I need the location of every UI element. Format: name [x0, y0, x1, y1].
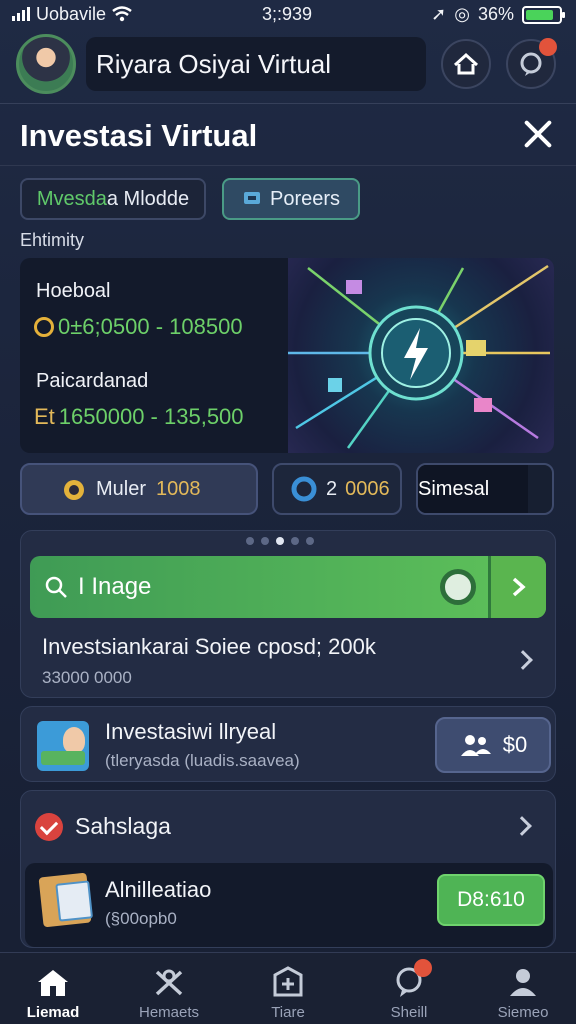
group-invest-label: $0	[502, 732, 528, 757]
investment-card-subtitle: (tleryasda (luadis.saavea)	[105, 751, 300, 770]
user-name-field[interactable]: Riyara Osiyai Virtual	[86, 37, 426, 91]
nav-trade-label: Tiare	[271, 1004, 305, 1021]
carousel-dot[interactable]	[246, 537, 254, 545]
tag-icon	[243, 192, 260, 204]
summary-row1-label: Hoeboal	[36, 280, 111, 302]
coin-icon	[34, 317, 54, 337]
nav-profile-label: Siemeo	[497, 1004, 549, 1021]
nav-item-profile[interactable]: Siemeo	[468, 953, 576, 1024]
stat-simesal-label: Simesal	[418, 477, 490, 500]
stat-muler-value: 1008	[156, 477, 201, 500]
carousel-dot-active[interactable]	[276, 537, 284, 545]
tab-mode-label-b: a Mlodde	[106, 187, 190, 210]
nav-markets-label: Hemaets	[138, 1004, 200, 1021]
activity-sub-card[interactable]: Alnilleatiao (§00opb0 D8:610	[25, 863, 553, 947]
users-icon	[460, 735, 491, 756]
tab-partners-label: Poreers	[269, 187, 341, 210]
lightning-hub-icon	[288, 264, 550, 449]
summary-row2-prefix: Et	[34, 404, 55, 429]
home-icon	[38, 970, 68, 996]
nav-home-label: Liemad	[26, 1004, 80, 1021]
signal-icon	[12, 7, 30, 21]
stat-count-label: 2	[326, 477, 338, 500]
stat-pill-count[interactable]: 2 0006	[272, 463, 402, 515]
summary-row2-value: Et 1650000 - 135,500	[34, 404, 244, 430]
stat-pill-muler[interactable]: Muler 1008	[20, 463, 258, 515]
notification-badge	[539, 38, 557, 56]
carousel-dot[interactable]	[261, 537, 269, 545]
list-item-subtitle: 33000 0000	[42, 668, 132, 687]
page-title: Investasi Virtual	[20, 118, 258, 153]
plus-box-icon	[273, 966, 303, 997]
status-bar: Uobavile 3;:939 ➚ ◎ 36%	[0, 0, 576, 28]
carousel-dot[interactable]	[291, 537, 299, 545]
activity-sub-title: Alnilleatiao	[105, 877, 212, 902]
summary-card: Hoeboal 0±6;0500 - 108500 Paicardanad Et…	[20, 258, 554, 453]
section-label: Ehtimity	[20, 230, 85, 250]
battery-percent: 36%	[477, 4, 514, 24]
investment-illustration	[288, 258, 554, 453]
gear-icon[interactable]	[440, 569, 476, 605]
nav-item-chat[interactable]: Sheill	[354, 953, 464, 1024]
package-icon	[38, 872, 92, 928]
investment-card-title: Investasiwi llryeal	[105, 719, 277, 744]
nav-item-markets[interactable]: Hemaets	[114, 953, 224, 1024]
close-icon[interactable]	[520, 116, 556, 152]
tab-mode-label-a: Mvesda	[36, 187, 107, 210]
location-icon: ➚	[431, 4, 447, 24]
activity-sub-text: Alnilleatiao (§00opb0	[105, 877, 211, 929]
tab-mode[interactable]: Mvesda a Mlodde	[20, 178, 206, 220]
stat-pill-simesal[interactable]: Simesal	[416, 463, 554, 515]
profile-icon	[510, 969, 536, 996]
title-divider	[0, 165, 576, 166]
group-invest-button[interactable]: $0	[435, 717, 551, 773]
search-icon	[45, 576, 67, 598]
carousel-dot[interactable]	[306, 537, 314, 545]
check-icon	[35, 813, 63, 841]
tab-partners[interactable]: Poreers	[222, 178, 360, 220]
activity-card[interactable]: Sahslaga Alnilleatiao (§00opb0 D8:610	[20, 790, 556, 948]
coin-bag-icon	[64, 480, 84, 500]
investment-card-text: Investasiwi llryeal (tleryasda (luadis.s…	[105, 719, 300, 771]
profile-document-icon	[37, 721, 89, 771]
nav-chat-badge-icon	[414, 959, 432, 977]
nav-item-trade[interactable]: Tiare	[233, 953, 343, 1024]
summary-row2-label: Paicardanad	[36, 370, 149, 392]
search-label: I Inage	[78, 573, 152, 600]
house-icon	[453, 52, 479, 75]
stat-muler-label: Muler	[96, 477, 147, 500]
activity-sub-value: (§00opb0	[105, 909, 177, 928]
avatar[interactable]	[16, 34, 76, 94]
list-item[interactable]: Investsiankarai Soiee cposd; 200k 33000 …	[42, 634, 376, 688]
notifications-button[interactable]	[506, 38, 557, 89]
carousel-dots[interactable]	[246, 537, 314, 545]
chevron-right-icon	[512, 577, 526, 597]
wifi-icon	[112, 6, 132, 22]
search-go-button[interactable]	[488, 556, 546, 618]
battery-icon	[522, 5, 565, 24]
search-bar[interactable]: I Inage	[30, 556, 546, 618]
crossed-icon	[155, 969, 183, 996]
alarm-icon: ◎	[454, 4, 470, 24]
activity-action-label: D8:610	[457, 888, 525, 911]
nav-item-home[interactable]: Liemad	[0, 953, 108, 1024]
stat-count-value: 0006	[345, 477, 390, 500]
chevron-right-icon[interactable]	[512, 816, 532, 836]
clock: 3;:939	[262, 4, 313, 24]
list-item-title: Investsiankarai Soiee cposd; 200k	[42, 634, 376, 659]
user-name: Riyara Osiyai Virtual	[96, 48, 332, 79]
home-button[interactable]	[441, 39, 491, 89]
activity-action-button[interactable]: D8:610	[437, 874, 545, 926]
nav-chat-label: Sheill	[390, 1004, 428, 1021]
cycle-icon	[291, 476, 317, 502]
header-divider	[0, 103, 576, 104]
summary-row2-amount: 1650000 - 135,500	[58, 404, 244, 429]
carrier-label: Uobavile	[36, 3, 107, 24]
summary-row1-value: 0±6;0500 - 108500	[34, 314, 243, 340]
summary-row1-amount: 0±6;0500 - 108500	[58, 314, 243, 339]
chat-bubble-icon	[520, 52, 542, 76]
investment-card[interactable]: Investasiwi llryeal (tleryasda (luadis.s…	[20, 706, 556, 782]
activity-card-title: Sahslaga	[75, 813, 171, 839]
bottom-nav: Liemad Hemaets Tiare Sheill Siemeo	[0, 952, 576, 1024]
